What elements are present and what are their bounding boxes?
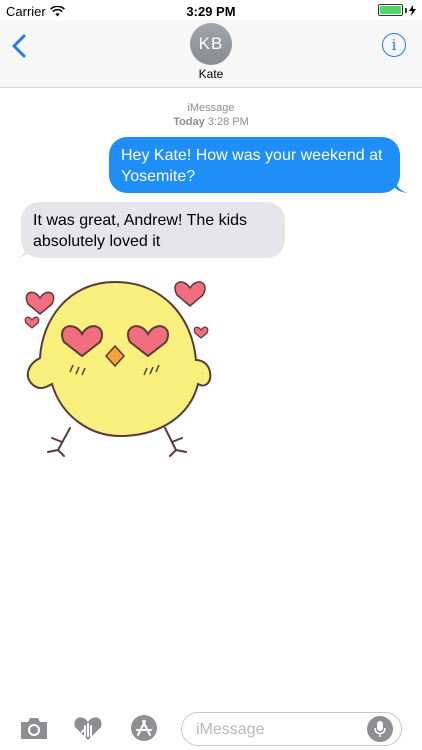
contact-avatar[interactable]: KB [190,23,232,65]
message-input-container[interactable] [181,712,402,746]
chevron-left-icon[interactable] [8,32,32,60]
sent-message-bubble[interactable]: Hey Kate! How was your weekend at Yosemi… [109,137,400,193]
date-time-label: Today 3:28 PM [0,115,422,129]
microphone-glyph[interactable] [373,720,387,738]
status-right [378,4,416,16]
time-label: 3:28 PM [207,116,249,128]
battery-icon [378,4,403,16]
day-label: Today [173,116,205,128]
heart-icon [174,281,206,307]
camera-icon[interactable] [18,714,50,742]
status-bar: Carrier 3:29 PM [0,0,422,22]
battery-level [380,6,401,14]
info-icon[interactable]: i [382,33,406,57]
message-input[interactable] [196,719,366,741]
conversation-header: KB Kate i [0,20,422,88]
heart-icon [25,291,55,315]
chick-heart-eyes-sticker[interactable] [20,268,215,458]
sent-bubble-tail [395,178,408,193]
received-bubble-tail [15,243,28,258]
charging-icon [409,4,416,16]
status-time: 3:29 PM [186,4,236,19]
conversation-timestamp: iMessage Today 3:28 PM [0,101,422,129]
heart-icon [24,316,40,329]
compose-bar [0,702,422,750]
service-label: iMessage [187,102,235,114]
back-button[interactable] [8,32,32,60]
battery-cap [405,7,407,13]
heart-hand-icon[interactable] [72,714,104,742]
heart-icon [193,326,209,339]
contact-name[interactable]: Kate [0,67,422,81]
microphone-icon[interactable] [367,716,393,742]
received-message-bubble[interactable]: It was great, Andrew! The kids absolutel… [21,202,285,258]
app-store-icon[interactable] [128,714,160,742]
